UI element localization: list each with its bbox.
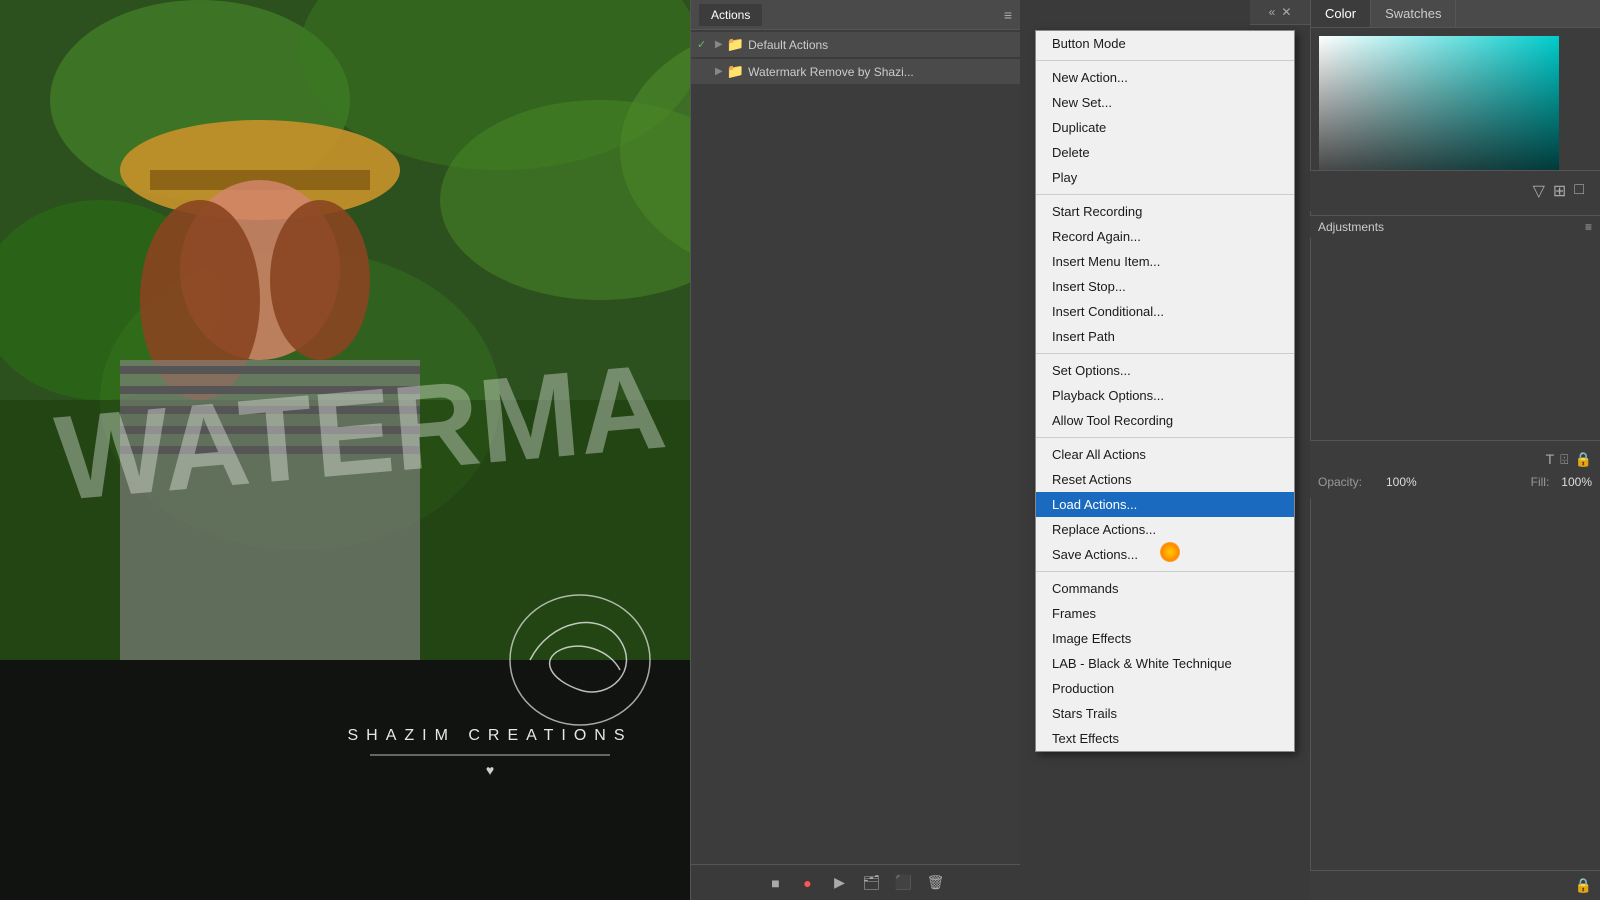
menu-item-record-again[interactable]: Record Again... bbox=[1036, 224, 1294, 249]
menu-item-new-set[interactable]: New Set... bbox=[1036, 90, 1294, 115]
new-action-button[interactable]: ⬛ bbox=[894, 873, 914, 893]
adjustments-menu[interactable]: ≡ bbox=[1585, 220, 1592, 234]
menu-item-insert-menu[interactable]: Insert Menu Item... bbox=[1036, 249, 1294, 274]
menu-item-clear-all[interactable]: Clear All Actions bbox=[1036, 442, 1294, 467]
action-check-default: ✓ bbox=[697, 38, 711, 51]
actions-panel-content: ✓ ▶ 📁 Default Actions ✓ ▶ 📁 Watermark Re… bbox=[691, 30, 1020, 864]
record-button[interactable]: ● bbox=[798, 873, 818, 893]
action-check-watermark: ✓ bbox=[697, 65, 711, 78]
delete-button[interactable]: 🗑 bbox=[926, 873, 946, 893]
right-panel-tabs: Color Swatches bbox=[1311, 0, 1600, 28]
menu-item-replace-actions[interactable]: Replace Actions... bbox=[1036, 517, 1294, 542]
divider-3 bbox=[1036, 353, 1294, 354]
menu-item-new-action[interactable]: New Action... bbox=[1036, 65, 1294, 90]
menu-item-commands[interactable]: Commands bbox=[1036, 576, 1294, 601]
menu-item-production[interactable]: Production bbox=[1036, 676, 1294, 701]
menu-item-reset-actions[interactable]: Reset Actions bbox=[1036, 467, 1294, 492]
menu-item-frames[interactable]: Frames bbox=[1036, 601, 1294, 626]
close-button[interactable]: ✕ bbox=[1281, 5, 1291, 19]
fill-value[interactable]: 100% bbox=[1561, 475, 1592, 489]
lock-footer-icon[interactable]: 🔒 bbox=[1575, 877, 1592, 894]
menu-item-text-effects[interactable]: Text Effects bbox=[1036, 726, 1294, 751]
adjustment-icons: ▽ ⊞ □ bbox=[1310, 170, 1600, 211]
svg-text:♥: ♥ bbox=[486, 762, 494, 778]
dropdown-menu: Button Mode New Action... New Set... Dup… bbox=[1035, 30, 1295, 752]
svg-text:SHAZIM CREATIONS: SHAZIM CREATIONS bbox=[347, 727, 632, 744]
right-panel: Color Swatches ▽ ⊞ □ Adjustments bbox=[1310, 0, 1600, 900]
divider-2 bbox=[1036, 194, 1294, 195]
menu-item-duplicate[interactable]: Duplicate bbox=[1036, 115, 1294, 140]
action-group-watermark[interactable]: ✓ ▶ 📁 Watermark Remove by Shazi... bbox=[691, 59, 1020, 84]
action-name-default: Default Actions bbox=[748, 38, 1014, 52]
actions-tab[interactable]: Actions bbox=[699, 4, 762, 26]
panel-footer: 🔒 bbox=[1310, 870, 1600, 900]
divider-1 bbox=[1036, 60, 1294, 61]
expand-arrow-watermark[interactable]: ▶ bbox=[715, 66, 723, 77]
adjustments-label: Adjustments bbox=[1318, 220, 1384, 234]
expand-arrow-default[interactable]: ▶ bbox=[715, 39, 723, 50]
menu-item-start-recording[interactable]: Start Recording bbox=[1036, 199, 1294, 224]
opacity-value[interactable]: 100% bbox=[1386, 475, 1417, 489]
menu-item-insert-conditional[interactable]: Insert Conditional... bbox=[1036, 299, 1294, 324]
panel-menu-icon[interactable]: ≡ bbox=[1004, 7, 1012, 23]
stop-button[interactable]: ■ bbox=[766, 873, 786, 893]
tab-color[interactable]: Color bbox=[1311, 0, 1371, 27]
menu-item-load-actions[interactable]: Load Actions... bbox=[1036, 492, 1294, 517]
action-group-default[interactable]: ✓ ▶ 📁 Default Actions bbox=[691, 32, 1020, 57]
menu-item-play[interactable]: Play bbox=[1036, 165, 1294, 190]
adjustments-header: Adjustments ≡ bbox=[1310, 215, 1600, 238]
grid-icon[interactable]: ⊞ bbox=[1553, 181, 1566, 201]
lock-icon[interactable]: 🔒 bbox=[1575, 451, 1592, 468]
menu-item-stars-trails[interactable]: Stars Trails bbox=[1036, 701, 1294, 726]
folder-icon-watermark: 📁 bbox=[727, 63, 744, 80]
opacity-label: Opacity: bbox=[1318, 475, 1378, 489]
layer-properties: T ⌹ 🔒 Opacity: 100% Fill: 100% bbox=[1310, 440, 1600, 498]
menu-item-button-mode[interactable]: Button Mode bbox=[1036, 31, 1294, 56]
action-name-watermark: Watermark Remove by Shazi... bbox=[748, 65, 1014, 79]
menu-item-lab-bw[interactable]: LAB - Black & White Technique bbox=[1036, 651, 1294, 676]
menu-item-image-effects[interactable]: Image Effects bbox=[1036, 626, 1294, 651]
opacity-row: Opacity: 100% Fill: 100% bbox=[1318, 472, 1592, 492]
menu-item-playback-options[interactable]: Playback Options... bbox=[1036, 383, 1294, 408]
divider-5 bbox=[1036, 571, 1294, 572]
square-icon[interactable]: □ bbox=[1574, 181, 1584, 201]
folder-icon-default: 📁 bbox=[727, 36, 744, 53]
divider-4 bbox=[1036, 437, 1294, 438]
tab-swatches[interactable]: Swatches bbox=[1371, 0, 1456, 27]
triangle-icon[interactable]: ▽ bbox=[1533, 181, 1545, 201]
menu-item-allow-tool-recording[interactable]: Allow Tool Recording bbox=[1036, 408, 1294, 433]
actions-toolbar: ■ ● ▶ 🗂 ⬛ 🗑 bbox=[691, 864, 1020, 900]
new-set-button[interactable]: 🗂 bbox=[862, 873, 882, 893]
actions-panel: Actions ≡ ✓ ▶ 📁 Default Actions ✓ ▶ 📁 Wa… bbox=[690, 0, 1020, 900]
text-tool-icon[interactable]: T bbox=[1546, 451, 1555, 468]
fill-label: Fill: bbox=[1531, 475, 1550, 489]
actions-panel-header: Actions ≡ bbox=[691, 0, 1020, 30]
transform-icon[interactable]: ⌹ bbox=[1560, 451, 1568, 468]
play-button[interactable]: ▶ bbox=[830, 873, 850, 893]
collapse-button[interactable]: « bbox=[1269, 5, 1276, 19]
menu-item-insert-path[interactable]: Insert Path bbox=[1036, 324, 1294, 349]
menu-item-insert-stop[interactable]: Insert Stop... bbox=[1036, 274, 1294, 299]
menu-item-set-options[interactable]: Set Options... bbox=[1036, 358, 1294, 383]
menu-item-save-actions[interactable]: Save Actions... bbox=[1036, 542, 1294, 567]
menu-item-delete[interactable]: Delete bbox=[1036, 140, 1294, 165]
window-controls: « ✕ bbox=[1250, 0, 1310, 25]
